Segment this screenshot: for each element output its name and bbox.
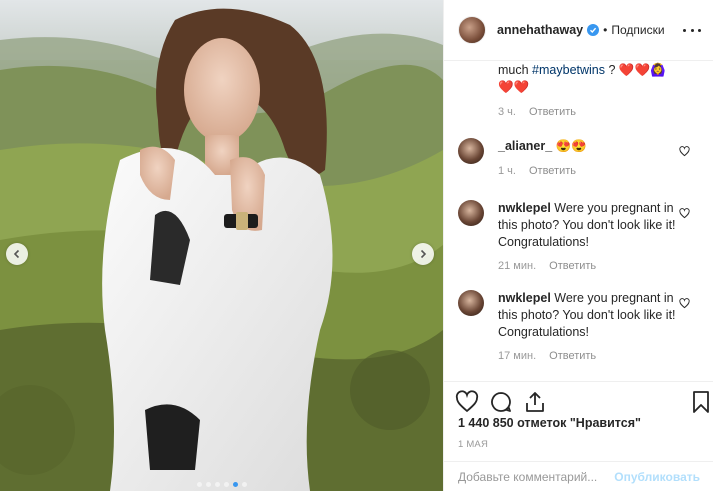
caption-emojis: ❤️❤️🙆‍♀️	[618, 63, 666, 77]
verified-badge-icon	[587, 24, 600, 36]
comment-body: _alianer_ 😍😍	[498, 138, 678, 155]
comment-text: 😍😍	[555, 139, 587, 153]
comment-time[interactable]: 17 мин.	[498, 350, 536, 362]
commenter-username[interactable]: nwklepel	[498, 201, 551, 215]
comment-item: nwklepel Were you pregnant in this photo…	[458, 290, 706, 362]
post-sidebar: annehathaway • Подписки much #maybetwins…	[443, 0, 713, 491]
comment-time[interactable]: 1 ч.	[498, 165, 516, 177]
previous-slide-button[interactable]	[6, 243, 28, 265]
comment-reply-button[interactable]: Ответить	[549, 350, 596, 362]
carousel-dot	[196, 482, 202, 487]
commenter-username[interactable]: _alianer_	[498, 139, 552, 153]
carousel-indicator	[0, 482, 443, 487]
comment-meta: 21 мин. Ответить	[498, 260, 706, 272]
comment-meta: 1 ч. Ответить	[498, 165, 706, 177]
post-header: annehathaway • Подписки	[444, 0, 713, 61]
author-avatar[interactable]	[458, 16, 486, 44]
instagram-post-modal: annehathaway • Подписки much #maybetwins…	[0, 0, 713, 491]
comment-meta: 17 мин. Ответить	[498, 350, 706, 362]
comment-time[interactable]: 21 мин.	[498, 260, 536, 272]
likes-count[interactable]: 1 440 850 отметок "Нравится"	[458, 416, 641, 430]
share-icon[interactable]	[523, 390, 547, 414]
chevron-left-icon	[13, 249, 20, 259]
carousel-dot	[214, 482, 220, 487]
like-heart-icon[interactable]	[455, 390, 479, 414]
comment-like-heart-icon[interactable]	[679, 146, 690, 157]
more-options-icon[interactable]	[683, 22, 701, 38]
comment-reply-button[interactable]: Ответить	[529, 165, 576, 177]
carousel-dot	[223, 482, 229, 487]
following-button[interactable]: Подписки	[611, 23, 664, 37]
chevron-right-icon	[420, 249, 427, 259]
comment-bubble-icon[interactable]	[489, 390, 513, 414]
caption-time[interactable]: 3 ч.	[498, 106, 516, 118]
comment-body: nwklepel Were you pregnant in this photo…	[498, 290, 678, 341]
publish-button[interactable]: Опубликовать	[614, 470, 700, 484]
author-username[interactable]: annehathaway	[497, 23, 583, 37]
comment-item: nwklepel Were you pregnant in this photo…	[458, 200, 706, 272]
comment-like-heart-icon[interactable]	[679, 298, 690, 309]
post-actions-bar	[444, 381, 713, 417]
comment-composer: Опубликовать	[444, 461, 713, 491]
commenter-avatar[interactable]	[458, 138, 484, 164]
caption-meta: 3 ч. Ответить	[498, 106, 576, 118]
caption-reply-button[interactable]: Ответить	[529, 106, 576, 118]
bookmark-icon[interactable]	[689, 390, 713, 414]
comment-item: _alianer_ 😍😍 1 ч. Ответить	[458, 138, 706, 177]
comment-reply-button[interactable]: Ответить	[549, 260, 596, 272]
caption-text-suffix: ?	[605, 63, 619, 77]
header-separator: •	[603, 23, 608, 37]
commenter-avatar[interactable]	[458, 290, 484, 316]
caption-text-prefix: much	[498, 63, 533, 77]
commenter-username[interactable]: nwklepel	[498, 291, 551, 305]
commenter-avatar[interactable]	[458, 200, 484, 226]
comment-body: nwklepel Were you pregnant in this photo…	[498, 200, 678, 251]
carousel-dot	[205, 482, 211, 487]
hashtag-link[interactable]: #maybetwins	[532, 63, 605, 77]
comment-input[interactable]	[458, 469, 615, 484]
post-photo	[0, 0, 443, 491]
carousel-dot-active	[232, 482, 238, 487]
landscape-photo	[0, 0, 443, 491]
comment-like-heart-icon[interactable]	[679, 208, 690, 219]
comments-list: much #maybetwins ? ❤️❤️🙆‍♀️ ❤️❤️ 3 ч. От…	[444, 62, 713, 378]
caption-text: much #maybetwins ? ❤️❤️🙆‍♀️ ❤️❤️	[498, 62, 698, 96]
caption-emojis-2: ❤️❤️	[498, 80, 530, 94]
post-date[interactable]: 1 МАЯ	[458, 439, 488, 450]
carousel-dot	[241, 482, 247, 487]
next-slide-button[interactable]	[412, 243, 434, 265]
